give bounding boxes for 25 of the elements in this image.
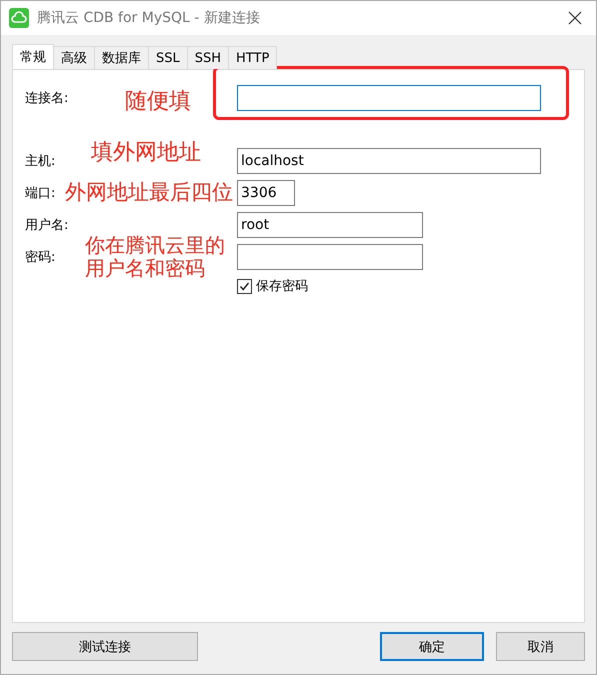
- input-field[interactable]: localhost: [237, 148, 541, 174]
- field-label: 密码:: [25, 249, 56, 266]
- dialog-button[interactable]: 确定: [380, 632, 484, 661]
- annotation-note: 你在腾讯云里的用户名和密码: [85, 234, 226, 280]
- checkmark-icon: [239, 280, 250, 292]
- dialog-button[interactable]: 测试连接: [12, 632, 198, 661]
- input-field[interactable]: [237, 244, 423, 270]
- input-field[interactable]: [237, 85, 541, 111]
- window-title: 腾讯云 CDB for MySQL - 新建连接: [37, 9, 261, 27]
- annotation-note: 填外网地址: [91, 142, 201, 164]
- cloud-icon: [9, 8, 29, 28]
- dialog-button[interactable]: 取消: [496, 632, 585, 661]
- field-label: 用户名:: [25, 217, 68, 234]
- tab[interactable]: HTTP: [228, 46, 278, 69]
- input-field[interactable]: root: [237, 212, 423, 238]
- tab[interactable]: 常规: [12, 44, 54, 69]
- close-icon[interactable]: [568, 11, 582, 25]
- tab[interactable]: SSH: [186, 46, 230, 69]
- field-label: 连接名:: [25, 90, 68, 107]
- annotation-note: 随便填: [125, 91, 191, 113]
- input-field[interactable]: 3306: [237, 180, 295, 206]
- field-label: 主机:: [25, 153, 56, 170]
- annotation-note: 外网地址最后四位: [65, 182, 233, 203]
- field-label: 端口:: [25, 185, 56, 202]
- save-password-checkbox[interactable]: 保存密码: [237, 276, 572, 296]
